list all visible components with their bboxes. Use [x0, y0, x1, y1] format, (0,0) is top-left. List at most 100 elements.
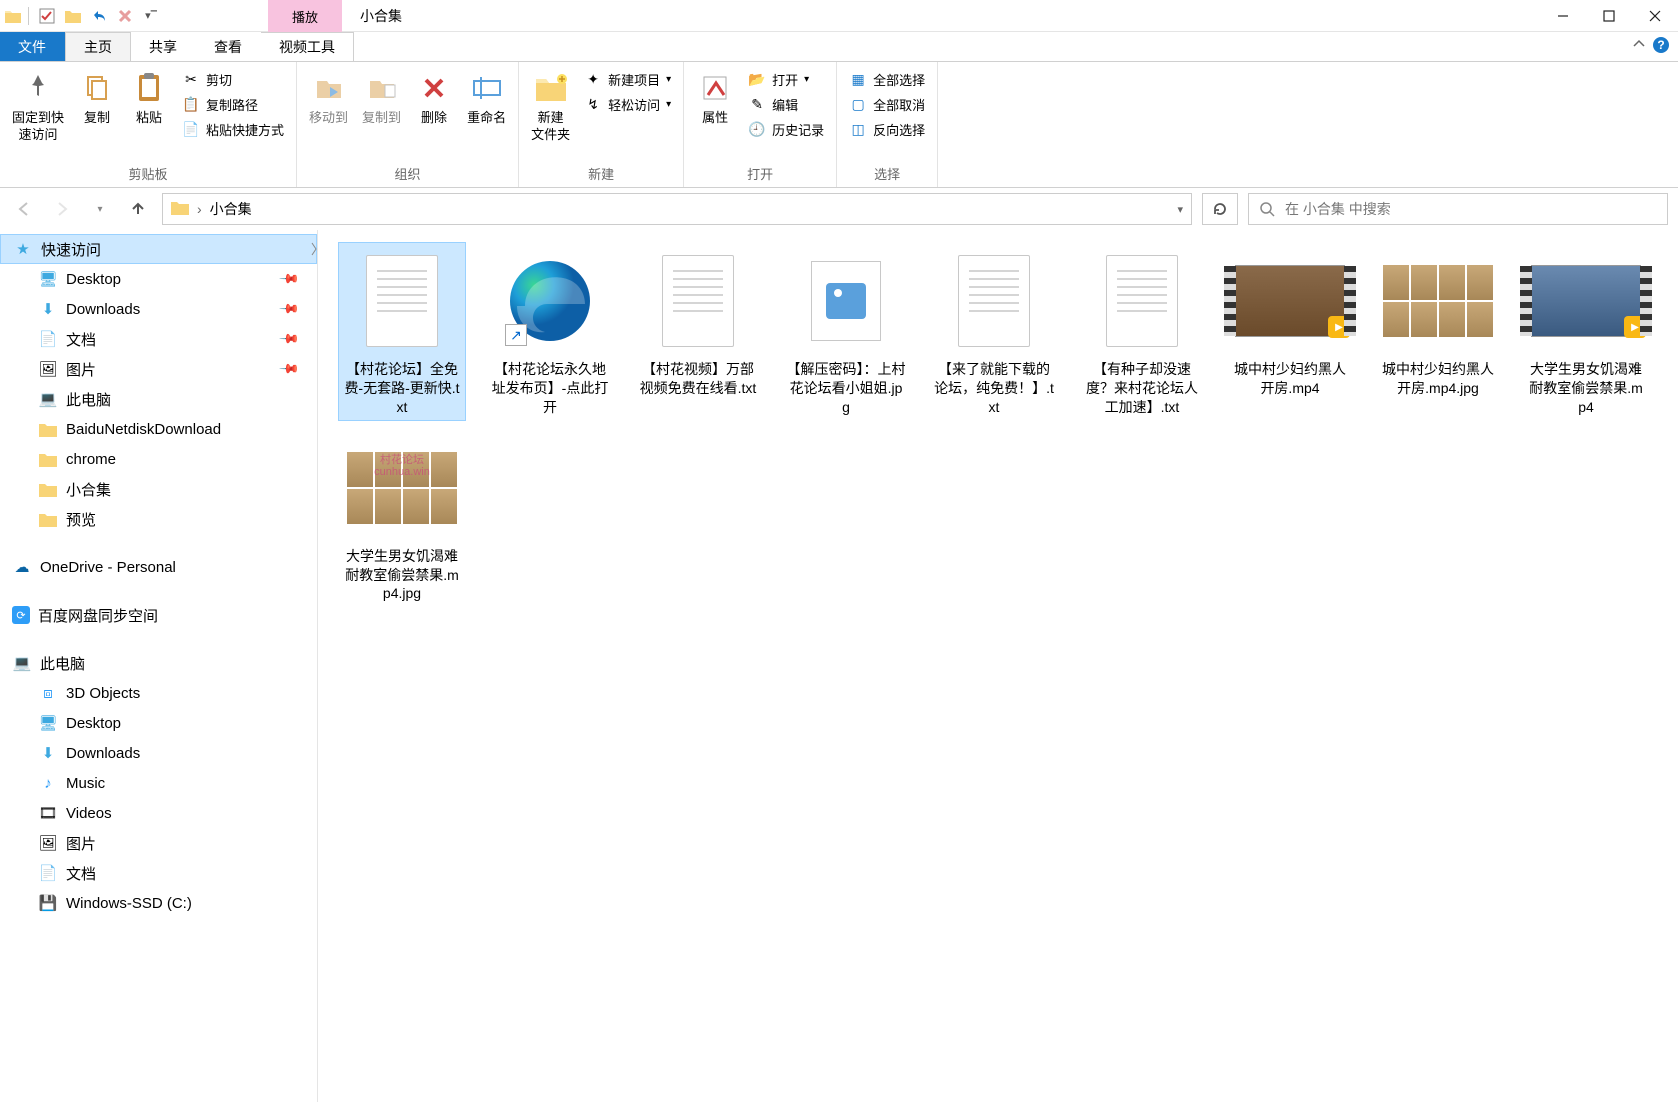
paste-button[interactable]: 粘贴	[124, 66, 174, 131]
file-item[interactable]: ▶大学生男女饥渴难耐教室偷尝禁果.mp4	[1522, 242, 1650, 421]
new-folder-button[interactable]: 新建 文件夹	[525, 66, 576, 148]
svg-text:?: ?	[1657, 38, 1664, 52]
select-all-button[interactable]: ▦全部选择	[843, 68, 931, 91]
copy-to-button[interactable]: 复制到	[356, 66, 407, 131]
tree-onedrive[interactable]: ☁OneDrive - Personal	[0, 552, 317, 582]
qat-delete-icon[interactable]	[113, 4, 137, 28]
window-title: 小合集	[360, 6, 402, 26]
invert-selection-button[interactable]: ◫反向选择	[843, 118, 931, 141]
breadcrumb-current[interactable]: 小合集	[210, 199, 252, 219]
file-item[interactable]: 村花论坛cunhua.win大学生男女饥渴难耐教室偷尝禁果.mp4.jpg	[338, 429, 466, 608]
tree-pictures[interactable]: 🖼图片📌	[0, 354, 317, 384]
tree-baidu-download[interactable]: BaiduNetdiskDownload	[0, 414, 317, 444]
ribbon-tabs: 文件 主页 共享 查看 视频工具 ?	[0, 32, 1678, 62]
shortcut-icon: ↗	[505, 324, 527, 346]
tree-preview[interactable]: 预览	[0, 504, 317, 534]
file-name-label: 城中村少妇约黑人开房.mp4	[1230, 360, 1350, 398]
copy-button[interactable]: 复制	[72, 66, 122, 131]
chevron-down-icon: ▾	[666, 74, 671, 85]
tree-pictures-2[interactable]: 🖼图片	[0, 828, 317, 858]
tab-video-tools[interactable]: 视频工具	[261, 32, 354, 61]
tree-documents-2[interactable]: 📄文档	[0, 858, 317, 888]
move-to-button[interactable]: 移动到	[303, 66, 354, 131]
tab-home[interactable]: 主页	[65, 32, 131, 61]
address-bar[interactable]: › 小合集 ▾	[162, 193, 1192, 225]
tab-view[interactable]: 查看	[196, 32, 261, 61]
forward-button[interactable]	[48, 195, 76, 223]
close-button[interactable]	[1632, 0, 1678, 32]
tab-share[interactable]: 共享	[131, 32, 196, 61]
tree-desktop-2[interactable]: 🖥Desktop	[0, 708, 317, 738]
move-to-icon	[311, 70, 347, 106]
file-view[interactable]: 【村花论坛】全免费-无套路-更新快.txt↗【村花论坛永久地址发布页】-点此打开…	[318, 230, 1678, 1102]
tree-desktop[interactable]: 🖥Desktop📌	[0, 264, 317, 294]
tree-downloads-2[interactable]: ⬇Downloads	[0, 738, 317, 768]
help-icon[interactable]: ?	[1652, 36, 1670, 54]
collapse-ribbon-icon[interactable]	[1632, 38, 1646, 52]
tree-quick-access[interactable]: ★ 快速访问	[0, 234, 317, 264]
title-bar: ▾▔ 播放 小合集	[0, 0, 1678, 32]
tree-this-pc-quick[interactable]: 💻此电脑	[0, 384, 317, 414]
select-none-button[interactable]: ▢全部取消	[843, 93, 931, 116]
file-item[interactable]: 【村花视频】万部视频免费在线看.txt	[634, 242, 762, 421]
file-thumbnail	[347, 246, 457, 356]
file-thumbnail	[1383, 246, 1493, 356]
group-new-label: 新建	[525, 162, 677, 187]
tree-videos[interactable]: 🎞Videos	[0, 798, 317, 828]
file-item[interactable]: ↗【村花论坛永久地址发布页】-点此打开	[486, 242, 614, 421]
folder-icon	[171, 200, 189, 218]
file-thumbnail	[643, 246, 753, 356]
file-thumbnail: 村花论坛cunhua.win	[347, 433, 457, 543]
qat-undo-icon[interactable]	[87, 4, 111, 28]
file-item[interactable]: 【来了就能下载的论坛，纯免费！】.txt	[930, 242, 1058, 421]
refresh-button[interactable]	[1202, 193, 1238, 225]
search-input[interactable]: 在 小合集 中搜索	[1248, 193, 1668, 225]
tree-windows-ssd[interactable]: 💾Windows-SSD (C:)	[0, 888, 317, 918]
tree-documents[interactable]: 📄文档📌	[0, 324, 317, 354]
file-item[interactable]: 【有种子却没速度？来村花论坛人工加速】.txt	[1078, 242, 1206, 421]
properties-button[interactable]: 属性	[690, 66, 740, 131]
minimize-button[interactable]	[1540, 0, 1586, 32]
scissors-icon: ✂	[182, 71, 200, 89]
paste-shortcut-button[interactable]: 📄粘贴快捷方式	[176, 118, 290, 141]
ribbon: 固定到快 速访问 复制 粘贴 ✂剪切 📋复制路径 📄粘贴快捷方式 剪贴板 移动到	[0, 62, 1678, 188]
history-button[interactable]: 🕘历史记录	[742, 118, 830, 141]
file-item[interactable]: 【解压密码】：上村花论坛看小姐姐.jpg	[782, 242, 910, 421]
copy-path-button[interactable]: 📋复制路径	[176, 93, 290, 116]
new-item-button[interactable]: ✦新建项目 ▾	[578, 68, 677, 91]
easy-access-button[interactable]: ↯轻松访问 ▾	[578, 93, 677, 116]
open-button[interactable]: 📂打开 ▾	[742, 68, 830, 91]
back-button[interactable]	[10, 195, 38, 223]
tree-music[interactable]: ♪Music	[0, 768, 317, 798]
3d-icon: ⧈	[38, 683, 58, 703]
cut-button[interactable]: ✂剪切	[176, 68, 290, 91]
tree-downloads[interactable]: ⬇Downloads📌	[0, 294, 317, 324]
qat-folder-icon[interactable]	[61, 4, 85, 28]
edit-button[interactable]: ✎编辑	[742, 93, 830, 116]
qat-dropdown-icon[interactable]: ▾▔	[139, 4, 163, 28]
tab-file[interactable]: 文件	[0, 32, 65, 61]
new-item-icon: ✦	[584, 71, 602, 89]
file-name-label: 大学生男女饥渴难耐教室偷尝禁果.mp4	[1526, 360, 1646, 417]
search-placeholder: 在 小合集 中搜索	[1285, 199, 1391, 219]
rename-button[interactable]: 重命名	[461, 66, 512, 131]
tree-3d-objects[interactable]: ⧈3D Objects	[0, 678, 317, 708]
tree-baidu-sync[interactable]: ⟳百度网盘同步空间	[0, 600, 317, 630]
delete-button[interactable]: 删除	[409, 66, 459, 131]
address-dropdown-icon[interactable]: ▾	[1177, 203, 1183, 216]
tree-chrome[interactable]: chrome	[0, 444, 317, 474]
tree-xiaoheji[interactable]: 小合集	[0, 474, 317, 504]
file-name-label: 【解压密码】：上村花论坛看小姐姐.jpg	[786, 360, 906, 417]
videos-icon: 🎞	[38, 803, 58, 823]
pin-to-quick-access-button[interactable]: 固定到快 速访问	[6, 66, 70, 148]
file-item[interactable]: 城中村少妇约黑人开房.mp4.jpg	[1374, 242, 1502, 421]
qat-checkbox-icon[interactable]	[35, 4, 59, 28]
up-button[interactable]	[124, 195, 152, 223]
breadcrumb-separator[interactable]: ›	[197, 201, 202, 217]
tree-this-pc[interactable]: 💻此电脑	[0, 648, 317, 678]
file-item[interactable]: ▶城中村少妇约黑人开房.mp4	[1226, 242, 1354, 421]
maximize-button[interactable]	[1586, 0, 1632, 32]
splitter-icon[interactable]	[311, 234, 317, 264]
file-item[interactable]: 【村花论坛】全免费-无套路-更新快.txt	[338, 242, 466, 421]
recent-locations-button[interactable]: ▾	[86, 195, 114, 223]
